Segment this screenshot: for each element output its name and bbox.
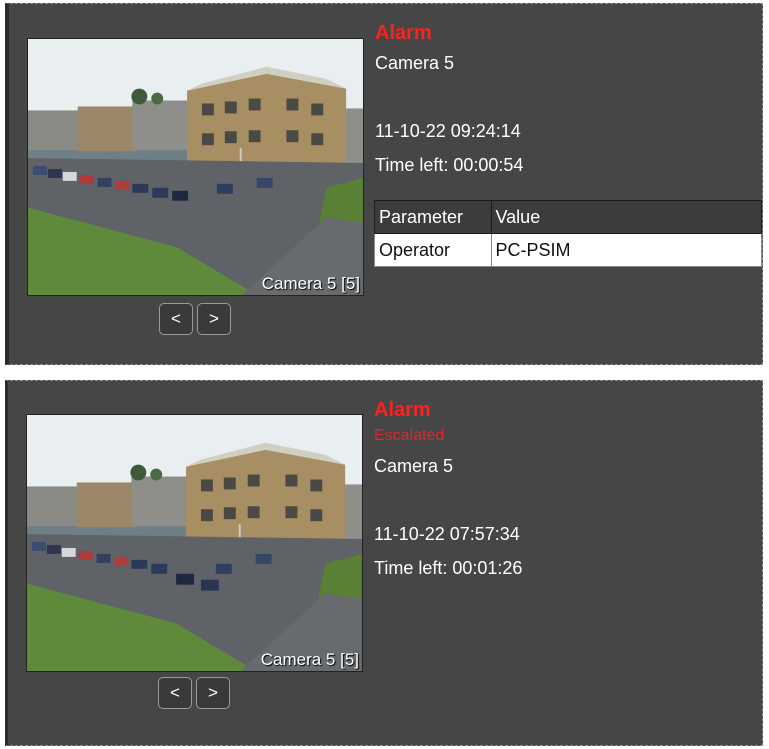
alarm-card: Camera 5 [5] < > Alarm Camera 5 11-10-22… xyxy=(5,3,763,365)
column-header-parameter: Parameter xyxy=(374,200,492,234)
previous-button[interactable]: < xyxy=(158,677,192,709)
camera-name: Camera 5 xyxy=(374,456,454,476)
table-cell-value: PC-PSIM xyxy=(490,233,762,267)
camera-video-preview[interactable]: Camera 5 [5] xyxy=(27,38,364,296)
camera-overlay-label: Camera 5 [5] xyxy=(260,650,359,669)
alarm-timestamp: 11-10-22 09:24:14 xyxy=(375,121,521,141)
alarm-info: Alarm Escalated Camera 5 11-10-22 07:57:… xyxy=(374,397,522,585)
camera-overlay-label: Camera 5 [5] xyxy=(261,274,360,293)
alarm-card: Camera 5 [5] < > Alarm Escalated Camera … xyxy=(5,380,763,746)
table-row[interactable]: Operator PC-PSIM xyxy=(374,233,762,267)
video-nav: < > xyxy=(158,677,230,709)
camera-video-preview[interactable]: Camera 5 [5] xyxy=(26,414,363,672)
video-nav: < > xyxy=(159,303,231,335)
escalated-status: Escalated xyxy=(374,427,445,444)
time-left: Time left: 00:01:26 xyxy=(374,558,523,578)
camera-name: Camera 5 xyxy=(375,53,455,73)
camera-snapshot xyxy=(28,39,363,295)
previous-button[interactable]: < xyxy=(159,303,193,335)
alarm-info: Alarm Camera 5 11-10-22 09:24:14 Time le… xyxy=(375,20,523,182)
column-header-value: Value xyxy=(490,200,762,234)
blank-spacer xyxy=(374,483,522,517)
parameter-table: Parameter Value Operator PC-PSIM xyxy=(374,200,762,267)
blank-spacer xyxy=(375,80,523,114)
alarm-title: Alarm xyxy=(375,22,432,44)
next-button[interactable]: > xyxy=(196,677,230,709)
camera-snapshot xyxy=(27,415,362,671)
alarm-title: Alarm xyxy=(374,399,431,421)
table-header-row: Parameter Value xyxy=(374,200,762,234)
alarm-timestamp: 11-10-22 07:57:34 xyxy=(374,524,520,544)
next-button[interactable]: > xyxy=(197,303,231,335)
table-cell-parameter: Operator xyxy=(374,233,492,267)
time-left: Time left: 00:00:54 xyxy=(375,155,524,175)
